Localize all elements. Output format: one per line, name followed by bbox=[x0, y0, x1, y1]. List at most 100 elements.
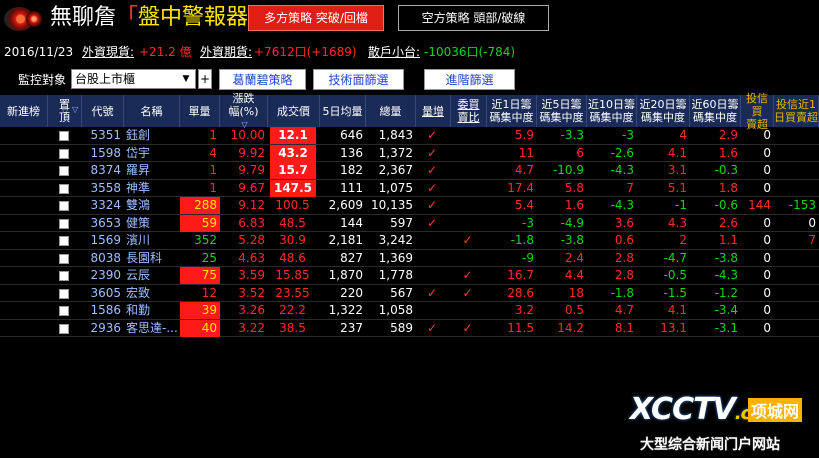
column-header-new[interactable]: 新進榜 ▽ bbox=[0, 95, 68, 127]
column-header-chip10[interactable]: 近10日籌 碼集中度 bbox=[587, 95, 637, 127]
cell-change: 9.79 bbox=[238, 163, 265, 177]
column-header-vol-increase[interactable]: 量增 bbox=[416, 95, 451, 127]
chevron-down-icon[interactable]: ▼ bbox=[179, 70, 193, 88]
pin-checkbox[interactable] bbox=[59, 306, 69, 316]
column-header-chip20[interactable]: 近20日籌 碼集中度 bbox=[637, 95, 690, 127]
column-header-label: 碼集中度 bbox=[693, 111, 737, 124]
checkmark-icon: ✓ bbox=[426, 145, 438, 160]
checkmark-icon: ✓ bbox=[426, 198, 438, 212]
cell-it-net1 bbox=[774, 285, 816, 302]
foreign-spot-label[interactable]: 外資現貨: bbox=[82, 40, 134, 64]
checkmark-icon: ✓ bbox=[426, 320, 438, 335]
cell-chip5: -4.9 bbox=[560, 215, 584, 230]
table-row[interactable]: 3653 健策 59 6.83 48.5 144 597 ✓ -3 -4.9 3.6 4.3 2.6 0 0 bbox=[0, 214, 819, 232]
column-header-label: 頂 bbox=[59, 111, 70, 124]
cell-chip5: -10.9 bbox=[552, 163, 584, 177]
column-header-code[interactable]: 代號 bbox=[82, 95, 124, 127]
cell-name: 濱川 bbox=[126, 233, 151, 247]
pin-checkbox[interactable] bbox=[59, 236, 69, 246]
pin-checkbox[interactable] bbox=[59, 271, 69, 281]
cell-code: 1598 bbox=[90, 145, 121, 160]
monitor-select[interactable]: 台股上市櫃 ▼ bbox=[71, 69, 196, 89]
column-header-label: 碼集中度 bbox=[539, 111, 584, 124]
table-row[interactable]: 8038 長園科 25 4.63 48.6 827 1,369 -9 2.4 2.8 -4.7 -3.… bbox=[0, 250, 819, 267]
cell-code: 3558 bbox=[90, 180, 121, 195]
cell-code: 2390 bbox=[90, 268, 121, 282]
tab-long-strategy[interactable]: 多方策略 突破/回檔 bbox=[248, 5, 384, 31]
date-label: 2016/11/23 bbox=[4, 45, 74, 59]
pin-checkbox[interactable] bbox=[59, 148, 69, 159]
cell-name: 宏致 bbox=[126, 285, 151, 300]
cell-chip20: 4 bbox=[679, 128, 687, 142]
column-header-chip60[interactable]: 近60日籌 碼集中度 bbox=[690, 95, 741, 127]
checkmark-icon: ✓ bbox=[462, 320, 473, 335]
cell-chip20: -1.5 bbox=[663, 285, 687, 300]
column-header-total[interactable]: 總量 bbox=[366, 95, 416, 127]
cell-chip10: 4.7 bbox=[614, 303, 634, 317]
table-row[interactable]: 1586 和勤 39 3.26 22.2 1,322 1,058 3.2 0.5 4.7 4.1 -3… bbox=[0, 302, 819, 320]
cell-chip60: 2.6 bbox=[718, 215, 738, 230]
table-row[interactable]: 1598 岱宇 4 9.92 43.2 136 1,372 ✓ 11 6 -2.6 4.1 1.6 0 bbox=[0, 144, 819, 162]
advanced-filter-button[interactable]: 進階篩選 bbox=[424, 69, 515, 90]
foreign-futures-label[interactable]: 外資期貨: bbox=[200, 40, 252, 64]
foreign-futures-value: +7612口(+1689) bbox=[254, 45, 357, 59]
table-row[interactable]: 3605 宏致 12 3.52 23.55 220 567 ✓ ✓ 28.6 18 -1.8 -1.5 -… bbox=[0, 285, 819, 302]
column-header-avg5[interactable]: 5日均量 bbox=[320, 95, 366, 127]
column-header-it-net1[interactable]: 投信近1 日買賣超 bbox=[774, 95, 819, 127]
cell-it-net1 bbox=[774, 180, 816, 197]
column-header-label: 漲跌 bbox=[232, 91, 255, 105]
pin-checkbox[interactable] bbox=[59, 183, 69, 194]
cell-volume: 39 bbox=[180, 302, 220, 319]
column-header-label: 幅(%) bbox=[228, 104, 259, 118]
cell-name: 神準 bbox=[126, 180, 151, 195]
triangle-down-icon[interactable]: ▽ bbox=[72, 105, 78, 114]
technical-filter-button[interactable]: 技術面篩選 bbox=[313, 69, 404, 90]
table-row[interactable]: 8374 羅昇 1 9.79 15.7 182 2,367 ✓ 4.7 -10.9 -4.3 3.1 -… bbox=[0, 162, 819, 180]
table-row[interactable]: 3558 神準 1 9.67 147.5 111 1,075 ✓ 17.4 5.8 7 5.1 1.8 0 bbox=[0, 179, 819, 197]
column-header-name[interactable]: 名稱 bbox=[124, 95, 180, 127]
pin-checkbox[interactable] bbox=[59, 166, 69, 176]
pin-checkbox[interactable] bbox=[59, 288, 69, 299]
table-row[interactable]: 5351 鈺創 1 10.00 12.1 646 1,843 ✓ 5.9 -3.3 -3 4 2.9 0 bbox=[0, 127, 819, 145]
pin-checkbox[interactable] bbox=[59, 131, 69, 141]
column-header-chip1[interactable]: 近1日籌 碼集中度 bbox=[487, 95, 537, 127]
granville-strategy-button[interactable]: 葛蘭碧策略 bbox=[219, 69, 306, 90]
column-header-label: 近5日籌 bbox=[541, 98, 582, 111]
cell-avg5: 111 bbox=[340, 180, 363, 195]
cell-chip10: 7 bbox=[626, 180, 634, 195]
column-header-it-net[interactable]: 投信買 賣超 bbox=[741, 92, 774, 131]
cell-avg5: 136 bbox=[340, 145, 363, 160]
column-header-label: 總量 bbox=[379, 104, 402, 118]
cell-code: 2936 bbox=[90, 320, 121, 335]
cell-name: 雙鴻 bbox=[126, 198, 151, 212]
column-header-bid-ask[interactable]: 委買 賣比 bbox=[451, 95, 487, 127]
pin-checkbox[interactable] bbox=[59, 201, 69, 211]
cell-code: 3653 bbox=[90, 215, 121, 230]
cell-total: 3,242 bbox=[378, 233, 413, 247]
pin-checkbox[interactable] bbox=[59, 253, 69, 264]
column-header-change[interactable]: 漲跌 幅(%) ▽ bbox=[220, 91, 268, 129]
watermark: XCCTV.cn 项城网 大型综合新闻门户网站 bbox=[630, 392, 819, 458]
cell-price: 100.5 bbox=[275, 198, 310, 212]
column-header-label: 委買 bbox=[457, 98, 480, 111]
cell-chip1: 4.7 bbox=[514, 163, 534, 177]
table-row[interactable]: 1569 濱川 352 5.28 30.9 2,181 3,242 ✓ -1.8 -3.8 0.6 2… bbox=[0, 232, 819, 250]
cell-avg5: 220 bbox=[340, 285, 363, 300]
cell-total: 10,135 bbox=[371, 198, 413, 212]
table-row[interactable]: 2390 云辰 75 3.59 15.85 1,870 1,778 ✓ 16.7 4.4 2.8 -0… bbox=[0, 267, 819, 285]
cell-chip5: -3.3 bbox=[560, 128, 584, 142]
add-button[interactable]: + bbox=[198, 69, 212, 89]
pin-checkbox[interactable] bbox=[59, 218, 69, 229]
column-header-price[interactable]: 成交價 bbox=[268, 95, 320, 127]
cell-avg5: 2,181 bbox=[328, 233, 363, 247]
cell-volume: 40 bbox=[180, 319, 220, 337]
tab-short-strategy[interactable]: 空方策略 頭部/破線 bbox=[398, 5, 549, 31]
column-header-volume[interactable]: 單量 bbox=[180, 95, 220, 127]
table-row[interactable]: 3324 雙鴻 288 9.12 100.5 2,609 10,135 ✓ 5.4 1.6 -4.3… bbox=[0, 197, 819, 215]
cell-it-net: 0 bbox=[763, 250, 771, 265]
table-row[interactable]: 2936 客思達-... 40 3.22 38.5 237 589 ✓ ✓ 11.5 14.2 8.1… bbox=[0, 319, 819, 337]
pin-checkbox[interactable] bbox=[59, 323, 69, 334]
column-header-chip5[interactable]: 近5日籌 碼集中度 bbox=[537, 95, 587, 127]
retail-label[interactable]: 散戶小台: bbox=[368, 40, 420, 64]
cell-it-net1: 7 bbox=[808, 233, 816, 247]
